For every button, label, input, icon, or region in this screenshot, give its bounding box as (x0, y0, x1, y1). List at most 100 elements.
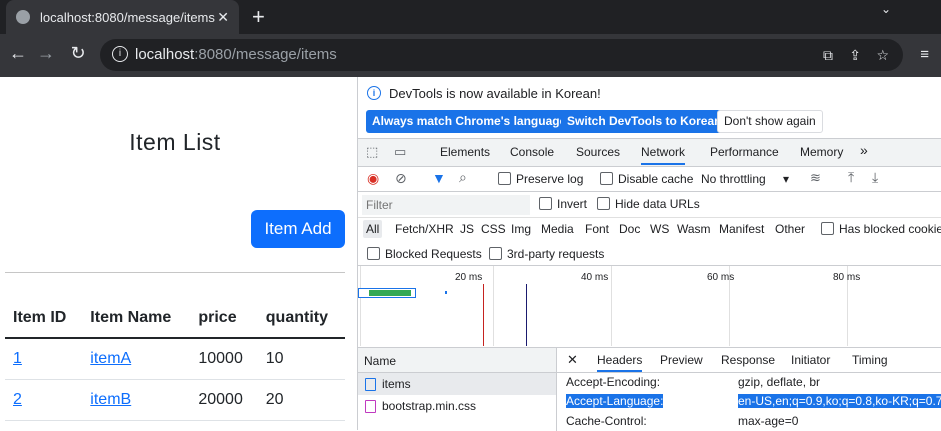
preserve-log-checkbox[interactable]: Preserve log (498, 172, 583, 186)
header-quantity: quantity (257, 299, 345, 339)
item-name-link[interactable]: itemA (90, 350, 131, 367)
header-key: Accept-Encoding: (566, 375, 661, 389)
match-language-button[interactable]: Always match Chrome's language (366, 110, 573, 133)
tab-memory[interactable]: Memory (800, 145, 843, 159)
divider (5, 272, 345, 273)
new-tab-button[interactable]: + (252, 4, 265, 30)
url-text[interactable]: localhost:8080/message/items (135, 46, 337, 63)
blocked-requests-checkbox[interactable]: Blocked Requests (367, 247, 482, 261)
throttling-value: No throttling (701, 172, 766, 186)
reload-icon[interactable]: ↻ (66, 43, 90, 64)
type-all[interactable]: All (363, 220, 383, 238)
filter-input[interactable] (362, 195, 530, 215)
export-har-icon[interactable]: ⤓ (872, 169, 878, 186)
type-other[interactable]: Other (775, 222, 805, 236)
info-icon: i (367, 86, 381, 100)
globe-icon (16, 10, 30, 24)
forward-icon[interactable]: → (34, 43, 58, 64)
name-column-header: Name (364, 354, 397, 368)
tab-headers[interactable]: Headers (597, 353, 643, 372)
disable-cache-checkbox[interactable]: Disable cache (600, 172, 693, 186)
clear-icon[interactable]: ⊘ (395, 170, 407, 187)
browser-tab[interactable]: localhost:8080/message/items ✕ (6, 0, 239, 34)
type-doc[interactable]: Doc (619, 222, 640, 236)
hide-data-urls-checkbox[interactable]: Hide data URLs (597, 197, 700, 211)
translate-icon[interactable]: ⧉ (823, 47, 833, 64)
tab-response[interactable]: Response (721, 353, 775, 367)
type-img[interactable]: Img (511, 222, 531, 236)
type-media[interactable]: Media (541, 222, 574, 236)
tab-performance[interactable]: Performance (710, 145, 779, 159)
third-party-checkbox[interactable]: 3rd-party requests (489, 247, 604, 261)
tab-preview[interactable]: Preview (660, 353, 703, 367)
close-details-icon[interactable]: ✕ (567, 352, 578, 368)
switch-korean-button[interactable]: Switch DevTools to Korean (561, 110, 728, 133)
request-list-header[interactable]: Name (358, 348, 556, 373)
type-font[interactable]: Font (585, 222, 609, 236)
tab-strip: localhost:8080/message/items ✕ + ⌄ (0, 0, 941, 34)
tab-elements[interactable]: Elements (440, 145, 490, 159)
dropdown-arrow-icon: ▾ (783, 172, 790, 186)
request-details: ✕ Headers Preview Response Initiator Tim… (557, 347, 941, 431)
network-toolbar: ◉ ⊘ ▼ ⌕ Preserve log Disable cache No th… (358, 167, 941, 192)
cell-name: itemB (82, 379, 191, 421)
tab-timing[interactable]: Timing (852, 353, 888, 367)
item-id-link[interactable]: 1 (13, 350, 22, 367)
item-name-link[interactable]: itemB (90, 391, 131, 408)
header-item-name: Item Name (82, 299, 191, 339)
type-ws[interactable]: WS (650, 222, 669, 236)
stylesheet-icon (365, 400, 376, 413)
dont-show-again-button[interactable]: Don't show again (717, 110, 823, 133)
tab-search-icon[interactable]: ⌄ (881, 2, 891, 16)
tab-initiator[interactable]: Initiator (791, 353, 830, 367)
details-tab-bar: ✕ Headers Preview Response Initiator Tim… (557, 348, 941, 373)
has-blocked-cookies-checkbox[interactable]: Has blocked cookie (821, 222, 941, 236)
cell-id: 1 (5, 338, 83, 380)
import-har-icon[interactable]: ⤒ (848, 169, 854, 186)
request-name: items (382, 377, 411, 391)
preserve-log-label: Preserve log (516, 172, 584, 186)
throttling-select[interactable]: No throttling ▾ (701, 172, 789, 186)
invert-checkbox[interactable]: Invert (539, 197, 587, 211)
header-value: max-age=0 (738, 414, 799, 428)
checkbox-box (498, 172, 511, 185)
type-fetch-xhr[interactable]: Fetch/XHR (395, 222, 454, 236)
tab-console[interactable]: Console (510, 145, 554, 159)
filter-funnel-icon[interactable]: ▼ (432, 170, 446, 186)
tick-label: 40 ms (581, 272, 609, 283)
item-add-button[interactable]: Item Add (251, 210, 345, 248)
browser-toolbar: ← → ↻ i localhost:8080/message/items ⧉ ⇪… (0, 34, 941, 77)
type-manifest[interactable]: Manifest (719, 222, 764, 236)
item-id-link[interactable]: 2 (13, 391, 22, 408)
close-tab-icon[interactable]: ✕ (217, 9, 229, 26)
search-icon[interactable]: ⌕ (459, 169, 467, 186)
network-conditions-icon[interactable]: ≋ (810, 170, 821, 186)
share-icon[interactable]: ⇪ (849, 47, 861, 64)
network-overview-timeline[interactable]: 20 ms 40 ms 60 ms 80 ms (358, 266, 941, 346)
tick-label: 20 ms (455, 272, 483, 283)
record-stop-icon[interactable]: ◉ (367, 170, 379, 187)
load-event-line (483, 284, 484, 346)
site-info-icon[interactable]: i (112, 46, 128, 62)
header-item-id: Item ID (5, 299, 83, 339)
cell-name: itemA (82, 338, 191, 380)
side-panel-icon[interactable]: ≡ (920, 46, 929, 63)
devtools-tab-bar: ⬚ ▭ Elements Console Sources Network Per… (358, 138, 941, 167)
request-row[interactable]: items (358, 373, 556, 395)
more-tabs-icon[interactable]: » (860, 142, 868, 158)
filter-row: Invert Hide data URLs (358, 192, 941, 218)
type-css[interactable]: CSS (481, 222, 506, 236)
tab-network[interactable]: Network (641, 145, 686, 165)
type-wasm[interactable]: Wasm (677, 222, 711, 236)
bookmark-star-icon[interactable]: ☆ (876, 47, 889, 64)
type-js[interactable]: JS (460, 222, 474, 236)
inspect-element-icon[interactable]: ⬚ (366, 144, 378, 160)
device-toolbar-icon[interactable]: ▭ (394, 144, 406, 160)
address-bar[interactable]: i localhost:8080/message/items ⧉ ⇪ ☆ (100, 39, 903, 71)
request-name: bootstrap.min.css (382, 399, 477, 413)
request-row[interactable]: bootstrap.min.css (358, 395, 556, 417)
items-table: Item ID Item Name price quantity 1 itemA… (5, 299, 345, 421)
back-icon[interactable]: ← (6, 43, 30, 64)
tab-sources[interactable]: Sources (576, 145, 620, 159)
header-price: price (190, 299, 258, 339)
